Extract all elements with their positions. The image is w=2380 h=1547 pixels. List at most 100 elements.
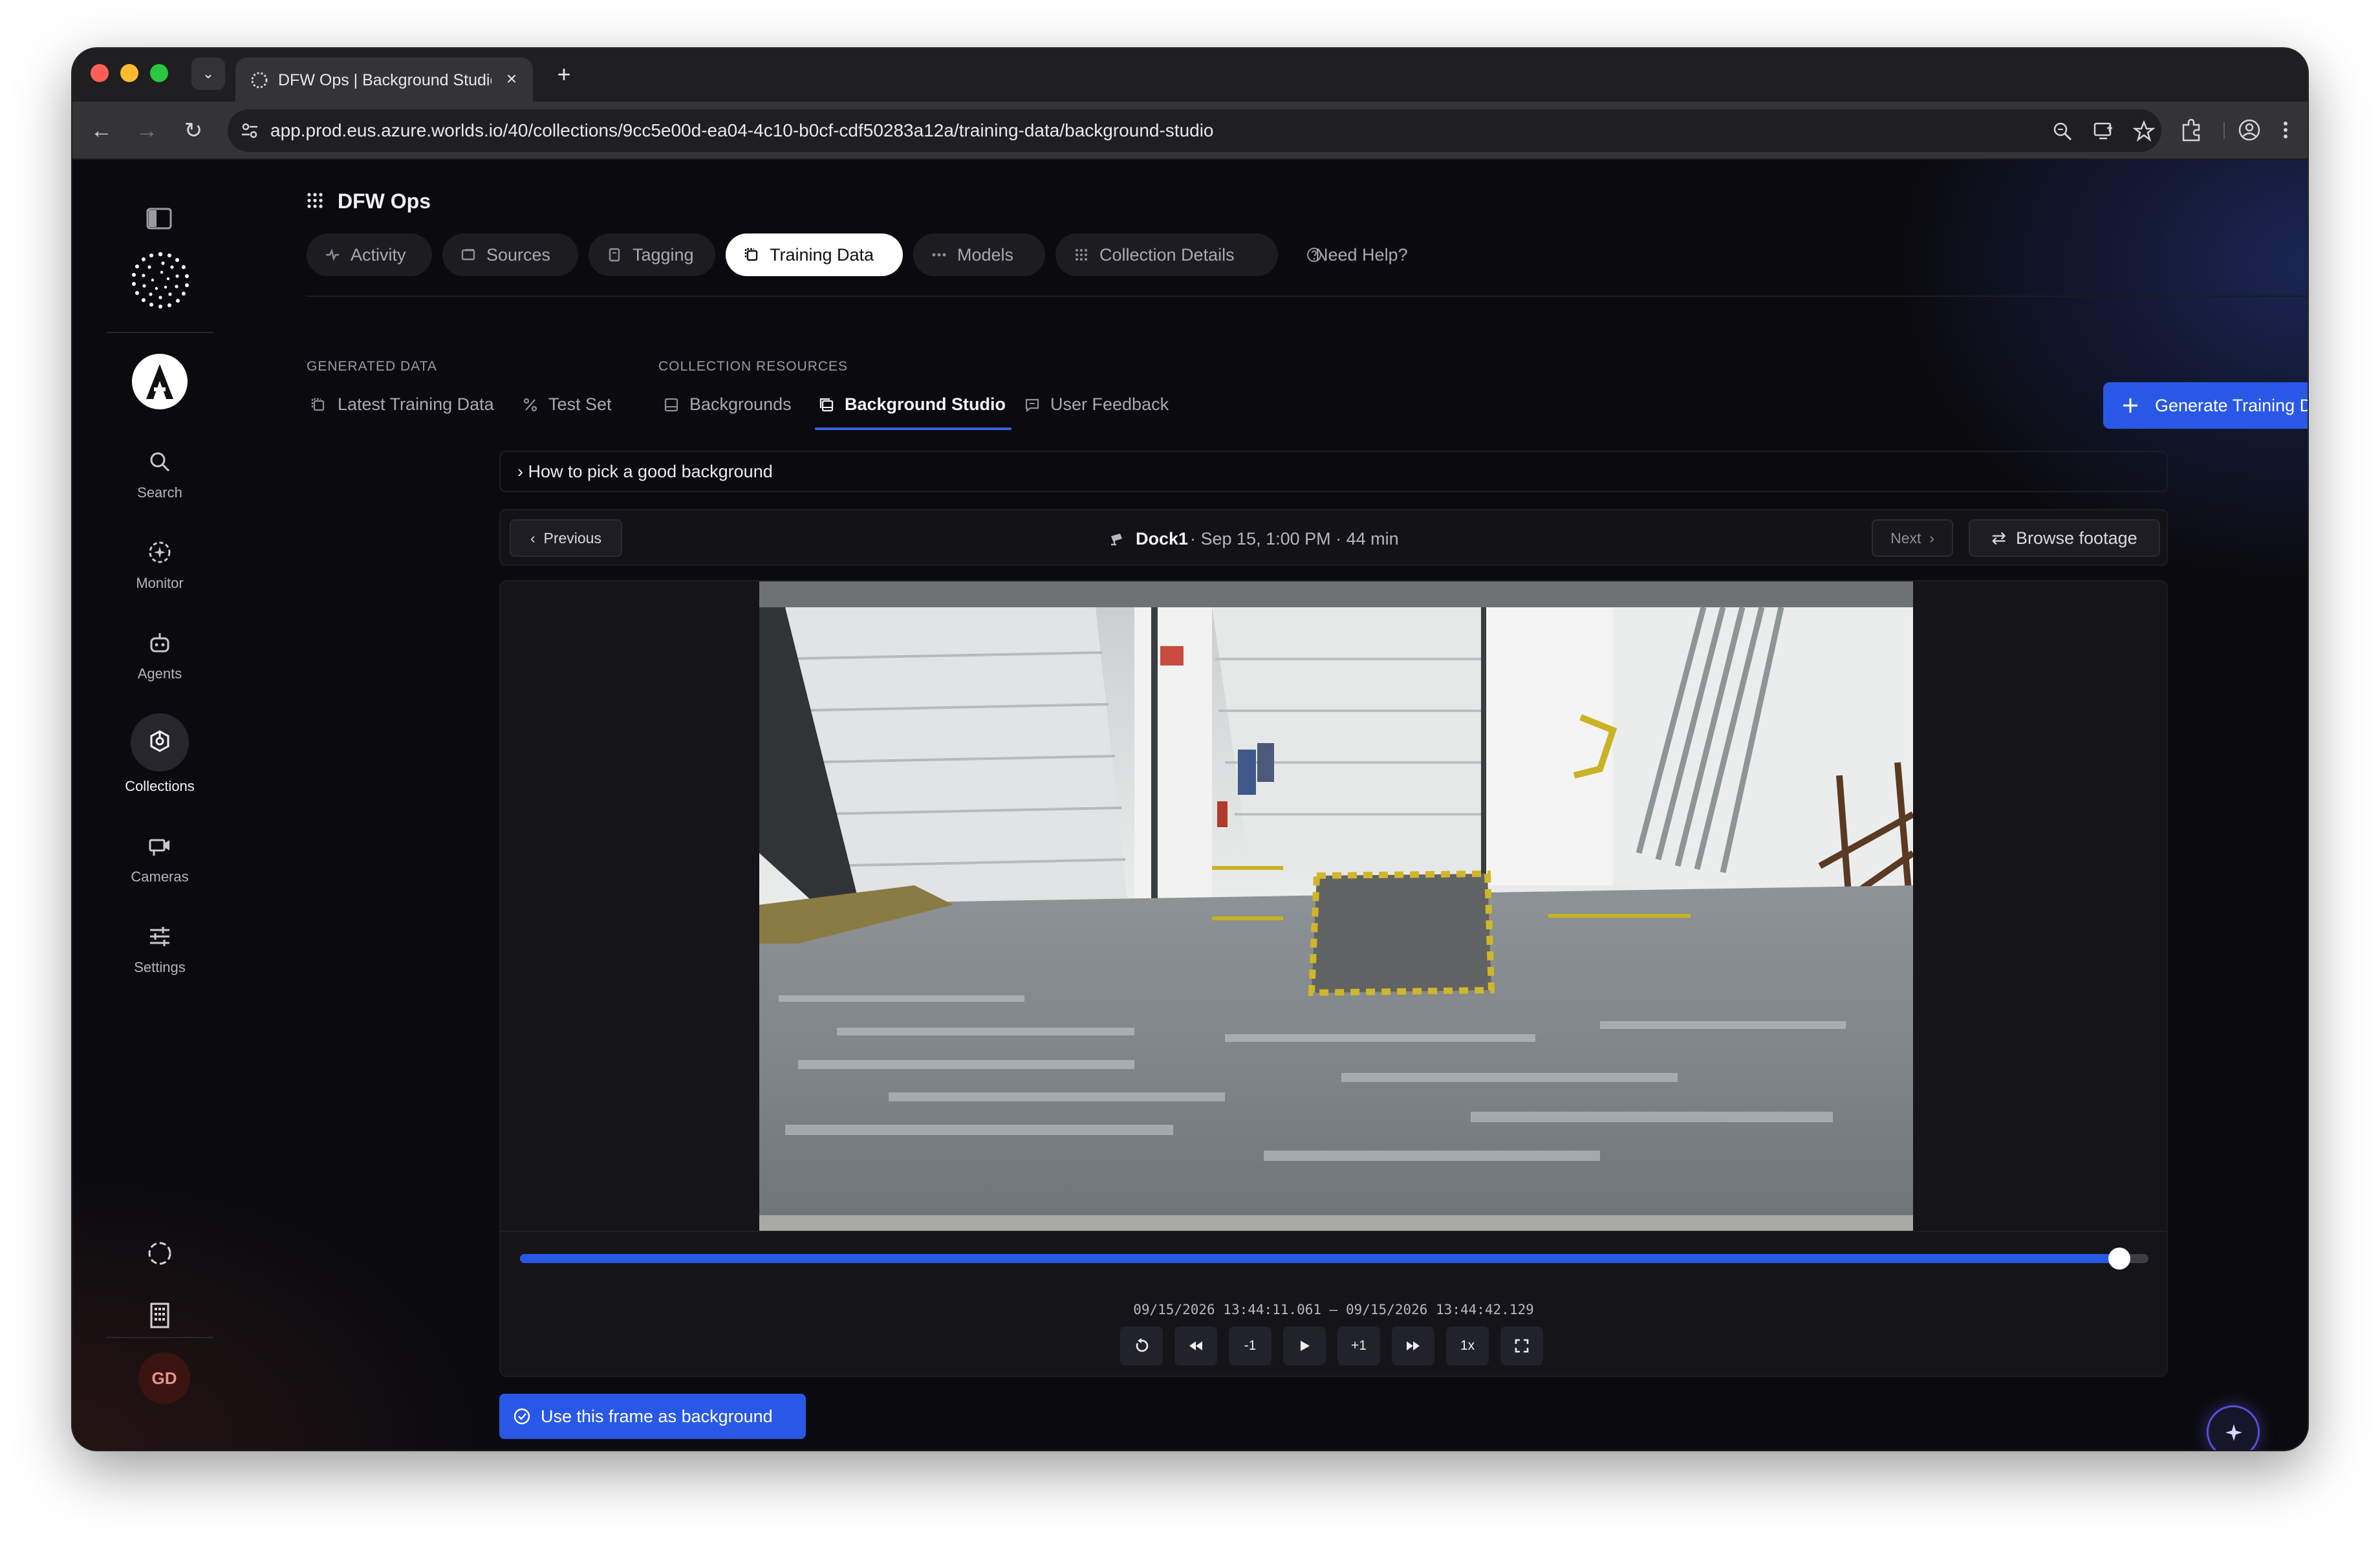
training-data-icon	[311, 398, 325, 411]
sidebar-item-settings[interactable]: Settings	[93, 919, 226, 990]
site-settings-icon[interactable]	[239, 120, 260, 141]
extensions-icon[interactable]	[2178, 117, 2204, 143]
tab-search-button[interactable]: ⌄	[191, 58, 225, 90]
video-player: 09/15/2026 13:44:11.061 – 09/15/2026 13:…	[499, 580, 2168, 1377]
sidebar-item-label: Cameras	[131, 869, 189, 885]
browser-window: ⌄ DFW Ops | Background Studio × + ← → ↻ …	[72, 49, 2308, 1450]
sidebar-item-monitor[interactable]: Monitor	[93, 535, 226, 606]
speed-button[interactable]: 1x	[1446, 1326, 1489, 1365]
generate-training-data-button[interactable]: Generate Training Data	[2103, 382, 2308, 429]
subtab-label: User Feedback	[1050, 395, 1169, 414]
subtab-test-set[interactable]: Test Set	[523, 390, 633, 418]
timeline-slider[interactable]	[520, 1254, 2148, 1263]
rewind-icon	[1189, 1341, 1202, 1350]
image-icon	[664, 398, 678, 412]
app-root: Search Monitor Agents Collections Camera…	[72, 160, 2308, 1450]
sidebar: Search Monitor Agents Collections Camera…	[93, 179, 226, 1427]
close-tab-icon[interactable]: ×	[501, 68, 523, 90]
forward-button[interactable]: →	[132, 116, 162, 146]
step-back-button[interactable]: -1	[1229, 1326, 1271, 1365]
app-grid-icon[interactable]	[307, 192, 323, 209]
chevron-left-icon: ‹	[530, 530, 544, 546]
subtab-label: Test Set	[548, 395, 612, 414]
tab-label: Training Data	[770, 245, 874, 265]
browser-tab[interactable]: DFW Ops | Background Studio ×	[235, 58, 533, 102]
zoom-icon[interactable]	[2051, 120, 2073, 142]
sidebar-toggle-icon[interactable]	[146, 208, 172, 230]
subtab-backgrounds[interactable]: Backgrounds	[664, 390, 812, 418]
models-icon	[932, 253, 946, 257]
previous-label: Previous	[543, 530, 601, 546]
play-icon	[1301, 1341, 1310, 1351]
check-circle-icon	[514, 1408, 530, 1425]
sidebar-item-search[interactable]: Search	[93, 444, 226, 515]
chevron-right-icon: ›	[1921, 530, 1934, 546]
next-button[interactable]: Next ›	[1872, 519, 1953, 557]
install-app-icon[interactable]	[2093, 120, 2115, 142]
new-tab-button[interactable]: +	[550, 60, 578, 89]
previous-button[interactable]: ‹ Previous	[510, 519, 622, 557]
browse-footage-button[interactable]: ⇄ Browse footage	[1969, 519, 2160, 557]
reload-button[interactable]: ↻	[178, 116, 208, 146]
sidebar-item-collections[interactable]: Collections	[93, 713, 226, 795]
video-frame[interactable]	[759, 581, 1913, 1231]
header-divider	[307, 296, 2308, 297]
clip-navigation-bar: ‹ Previous Dock1 · Sep 15, 1:00 PM · 44 …	[499, 509, 2168, 566]
play-button[interactable]	[1283, 1326, 1326, 1365]
address-bar[interactable]: app.prod.eus.azure.worlds.io/40/collecti…	[228, 109, 2161, 152]
sidebar-divider	[106, 332, 213, 333]
tab-need-help[interactable]: Need Help?	[1288, 233, 1444, 276]
maximize-window-button[interactable]	[150, 64, 168, 82]
swap-icon: ⇄	[1991, 528, 2016, 548]
bookmark-star-icon[interactable]	[2133, 120, 2155, 142]
player-divider	[501, 1231, 2167, 1232]
workspace-logo-icon	[146, 364, 173, 399]
subtab-label: Latest Training Data	[338, 395, 494, 414]
tab-sources[interactable]: Sources	[442, 233, 578, 276]
fullscreen-button[interactable]	[1500, 1326, 1543, 1365]
timeline-handle[interactable]	[2108, 1248, 2130, 1270]
rewind-button[interactable]	[1174, 1326, 1217, 1365]
browser-menu-icon[interactable]	[2273, 117, 2299, 143]
tab-label: Sources	[486, 245, 551, 265]
how-to-pick-background-toggle[interactable]: › How to pick a good background	[499, 451, 2168, 492]
tab-activity[interactable]: Activity	[307, 233, 432, 276]
user-avatar[interactable]: GD	[138, 1352, 190, 1404]
subtab-user-feedback[interactable]: User Feedback	[1024, 390, 1180, 418]
sidebar-item-label: Monitor	[136, 575, 184, 591]
status-loader-icon[interactable]	[146, 1240, 173, 1267]
monitor-icon	[149, 541, 171, 563]
collections-icon	[150, 730, 169, 752]
use-frame-as-background-button[interactable]: Use this frame as background	[499, 1394, 806, 1439]
active-subtab-indicator	[815, 427, 1012, 430]
tab-models[interactable]: Models	[913, 233, 1045, 276]
subtab-latest-training-data[interactable]: Latest Training Data	[310, 390, 511, 418]
profile-icon[interactable]	[2236, 117, 2262, 143]
use-frame-label: Use this frame as background	[541, 1407, 773, 1426]
building-icon[interactable]	[146, 1302, 173, 1329]
close-window-button[interactable]	[91, 64, 109, 82]
training-data-icon	[744, 248, 758, 261]
worlds-logo-icon[interactable]	[129, 249, 191, 311]
step-forward-button[interactable]: +1	[1337, 1326, 1380, 1365]
minimize-window-button[interactable]	[120, 64, 138, 82]
sidebar-item-label: Agents	[137, 665, 182, 682]
sidebar-item-label: Settings	[134, 959, 186, 975]
details-icon	[1076, 249, 1087, 261]
sparkle-icon	[2225, 1424, 2242, 1441]
timeline-progress	[520, 1254, 2119, 1263]
sidebar-divider	[106, 1337, 213, 1338]
restart-button[interactable]	[1120, 1326, 1163, 1365]
sliders-icon	[150, 927, 169, 946]
tab-tagging[interactable]: Tagging	[589, 233, 715, 276]
subtab-background-studio[interactable]: Background Studio	[819, 390, 1013, 418]
plus-icon	[2123, 398, 2137, 413]
back-button[interactable]: ←	[87, 116, 116, 146]
sidebar-item-cameras[interactable]: Cameras	[93, 828, 226, 900]
tab-training-data[interactable]: Training Data	[726, 233, 903, 276]
time-range: 09/15/2026 13:44:11.061 – 09/15/2026 13:…	[1133, 1302, 1534, 1317]
tab-collection-details[interactable]: Collection Details	[1055, 233, 1278, 276]
fast-forward-button[interactable]	[1392, 1326, 1434, 1365]
workspace-avatar[interactable]	[132, 354, 188, 409]
sidebar-item-agents[interactable]: Agents	[93, 625, 226, 697]
